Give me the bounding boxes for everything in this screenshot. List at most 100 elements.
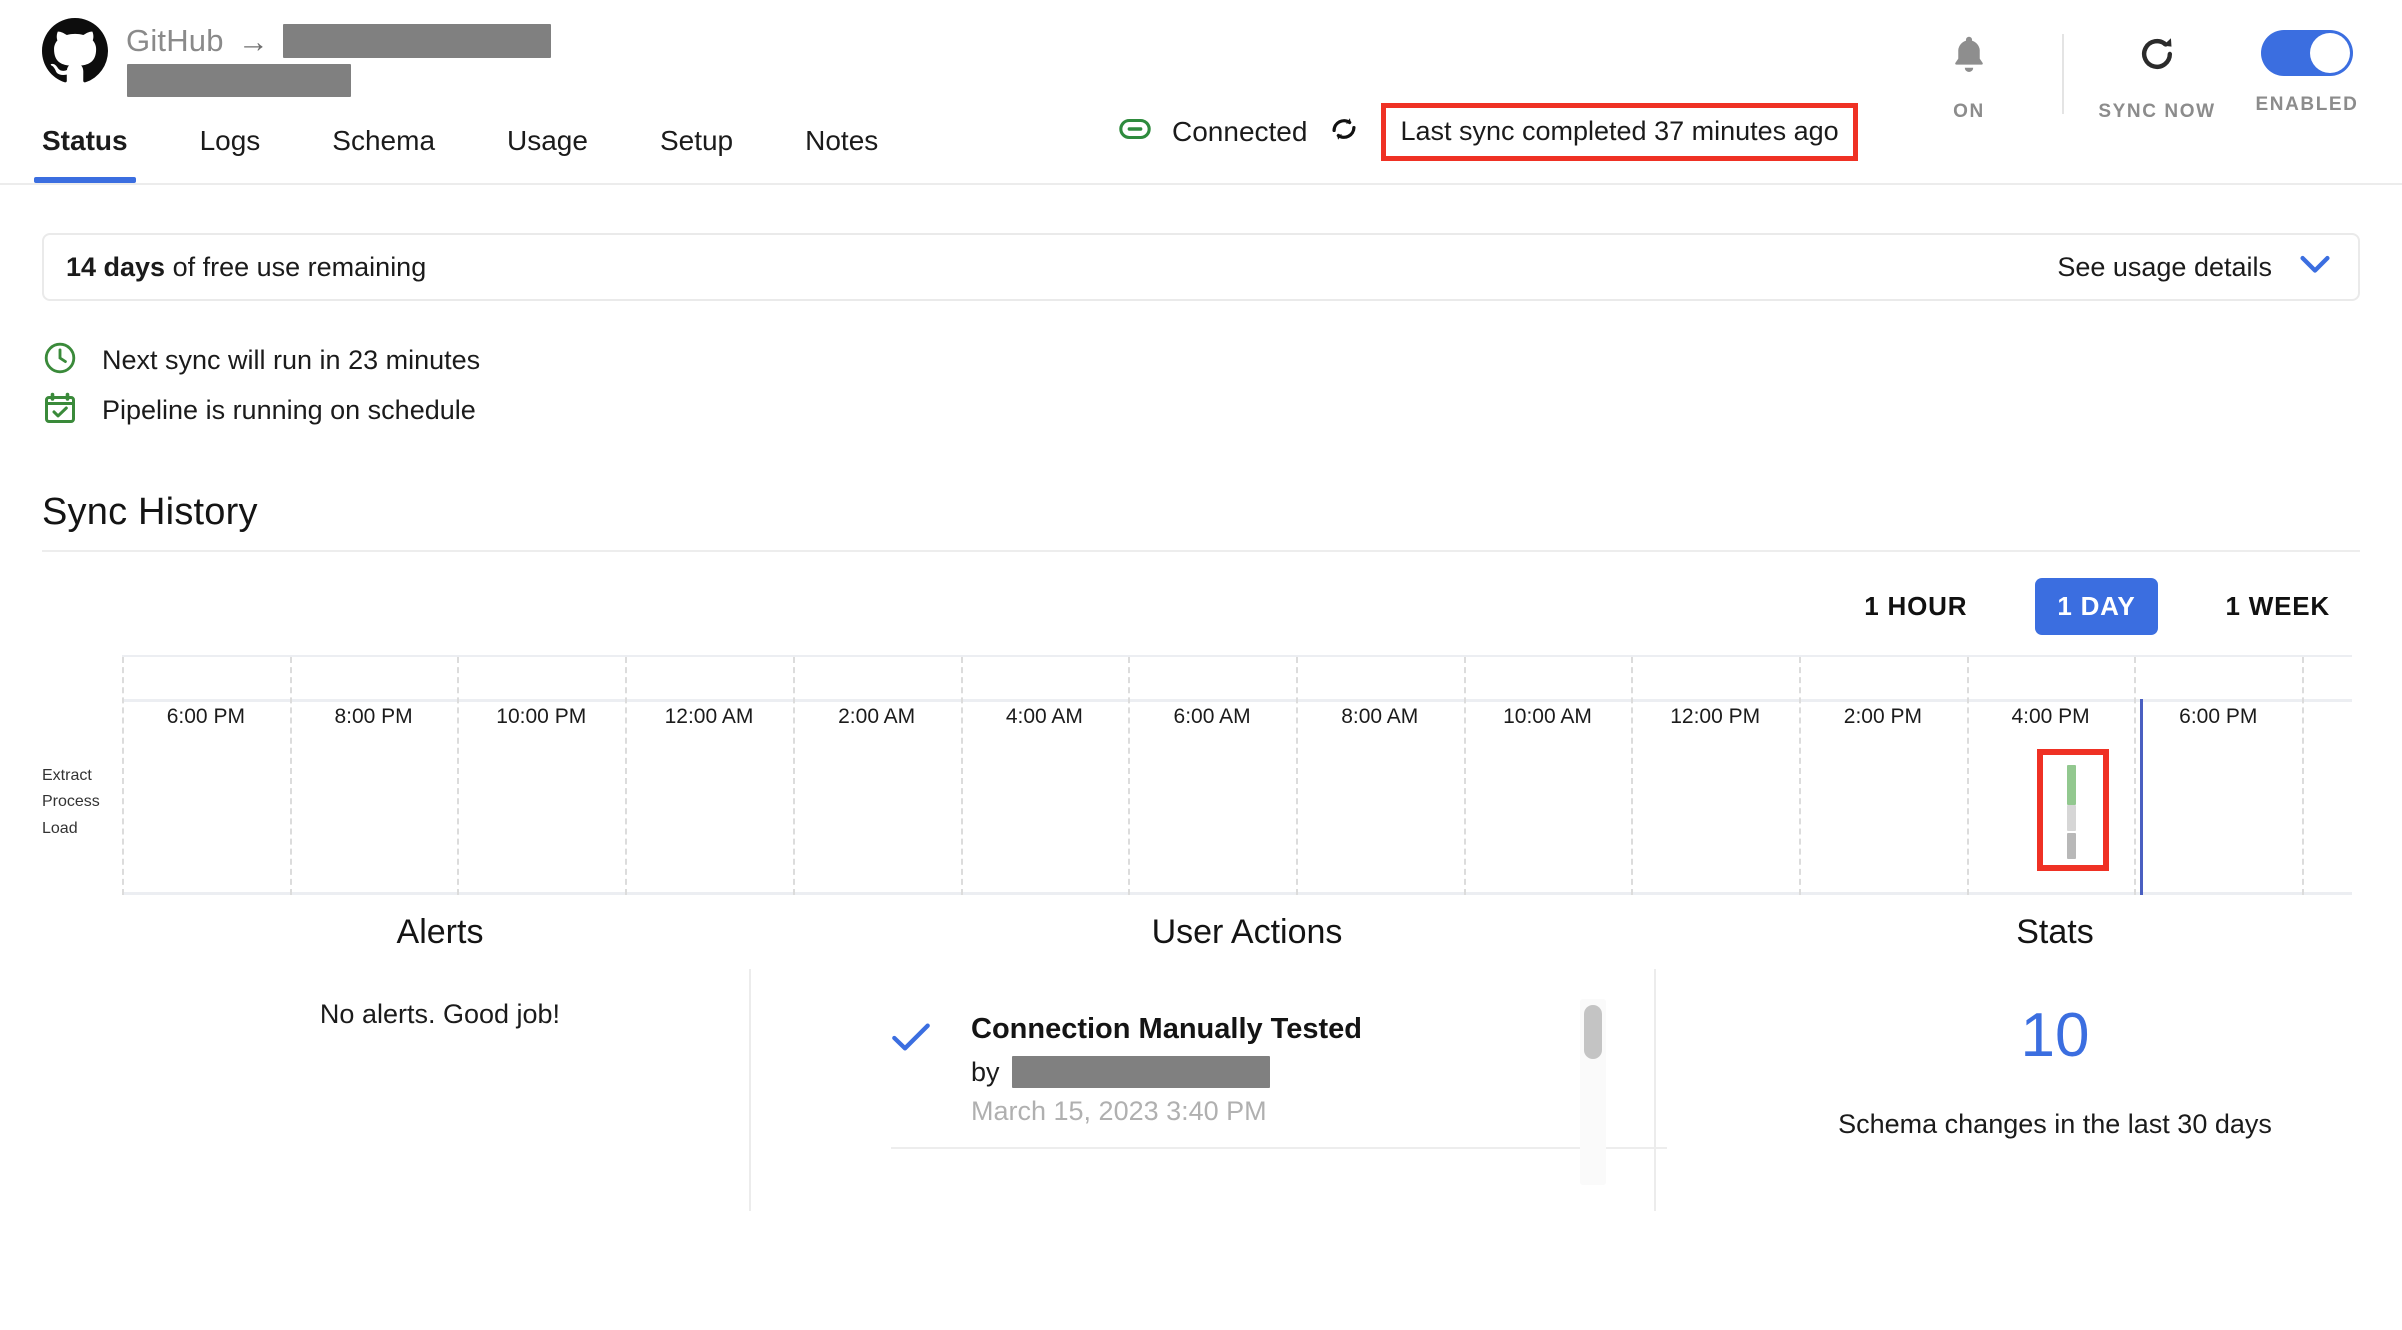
list-item-divider bbox=[891, 1147, 1667, 1149]
range-1-hour[interactable]: 1 HOUR bbox=[1842, 578, 1989, 635]
schema-changes-caption: Schema changes in the last 30 days bbox=[1838, 1109, 2272, 1139]
usage-text: 14 days of free use remaining bbox=[66, 252, 426, 283]
chart-gridline bbox=[625, 657, 628, 895]
chart-tick-label: 4:00 PM bbox=[2011, 705, 2090, 728]
chart-tick-label: 2:00 PM bbox=[1843, 705, 1922, 728]
tab-notes[interactable]: Notes bbox=[805, 125, 878, 183]
redacted-username bbox=[1011, 1056, 1270, 1088]
connection-status-group: Connected Last sync completed 37 minutes… bbox=[1118, 102, 1858, 161]
nav-tabs: Status Logs Schema Usage Setup Notes bbox=[34, 125, 950, 183]
main-content: 14 days of free use remaining See usage … bbox=[0, 233, 2402, 1211]
pipeline-status-list: Next sync will run in 23 minutes Pipelin… bbox=[42, 335, 2360, 435]
github-logo-icon bbox=[42, 18, 108, 84]
checkmark-icon bbox=[891, 1021, 931, 1127]
calendar-check-icon bbox=[42, 390, 78, 431]
bell-icon bbox=[1946, 30, 1992, 83]
bottom-panels: Alerts No alerts. Good job! User Actions… bbox=[42, 913, 2360, 1211]
toggle-knob bbox=[2310, 33, 2350, 73]
user-actions-panel-title: User Actions bbox=[1151, 913, 1343, 951]
notifications-label: ON bbox=[1953, 101, 1985, 122]
tab-logs[interactable]: Logs bbox=[200, 125, 261, 183]
redacted-schema bbox=[127, 64, 351, 97]
sync-now-button[interactable]: SYNC NOW bbox=[2082, 30, 2232, 123]
see-usage-details-label: See usage details bbox=[2057, 251, 2272, 282]
tab-schema[interactable]: Schema bbox=[332, 125, 435, 183]
chart-row-labels: Extract Process Load bbox=[42, 763, 100, 842]
connector-name: GitHub bbox=[126, 23, 224, 58]
next-sync-text: Next sync will run in 23 minutes bbox=[102, 344, 481, 375]
action-author: by bbox=[971, 1056, 1362, 1088]
tab-usage[interactable]: Usage bbox=[507, 125, 588, 183]
chart-tick-label: 6:00 PM bbox=[2179, 705, 2258, 728]
free-usage-banner: 14 days of free use remaining See usage … bbox=[42, 233, 2360, 301]
chart-tick-label: 6:00 AM bbox=[1173, 705, 1251, 728]
action-details: Connection Manually Tested by March 15, … bbox=[971, 1013, 1362, 1127]
chart-gridline bbox=[960, 657, 963, 895]
chart-gridline bbox=[122, 657, 124, 895]
chart-tick-label: 8:00 AM bbox=[1341, 705, 1419, 728]
header-controls: ON SYNC NOW ENABLED bbox=[1894, 30, 2382, 123]
alerts-empty-message: No alerts. Good job! bbox=[319, 999, 561, 1029]
chart-tick-label: 10:00 AM bbox=[1503, 705, 1592, 728]
action-timestamp: March 15, 2023 3:40 PM bbox=[971, 1096, 1267, 1126]
see-usage-details-button[interactable]: See usage details bbox=[2057, 252, 2332, 283]
chart-row-label-extract: Extract bbox=[42, 767, 92, 784]
list-item[interactable]: Connection Manually Tested by March 15, … bbox=[831, 999, 1667, 1127]
chart-gridline bbox=[457, 657, 460, 895]
scrollbar-thumb[interactable] bbox=[1584, 1005, 1602, 1059]
brand-line-1: GitHub → bbox=[126, 23, 551, 58]
header-divider bbox=[2062, 34, 2064, 114]
chart-plot-area[interactable]: 6:00 PM 8:00 PM 10:00 PM 12:00 AM 2:00 AM 4:0… bbox=[122, 655, 2352, 895]
sync-history-chart: Extract Process Load 6:00 PM 8:00 PM 10:00… bbox=[42, 655, 2360, 895]
stats-panel-title: Stats bbox=[2016, 913, 2094, 951]
tab-setup[interactable]: Setup bbox=[660, 125, 733, 183]
range-1-week[interactable]: 1 WEEK bbox=[2204, 578, 2352, 635]
enabled-label: ENABLED bbox=[2255, 94, 2359, 115]
status-next-sync: Next sync will run in 23 minutes bbox=[42, 335, 2360, 385]
chart-event-bar[interactable] bbox=[2066, 765, 2076, 805]
panel-divider-left bbox=[749, 969, 751, 1211]
chart-event-bar[interactable] bbox=[2066, 833, 2076, 859]
chart-tick-label: 4:00 AM bbox=[1005, 705, 1083, 728]
chart-event-bar[interactable] bbox=[2066, 805, 2076, 831]
refresh-icon bbox=[2135, 30, 2179, 83]
clock-icon bbox=[42, 340, 78, 381]
user-actions-list[interactable]: Connection Manually Tested by March 15, … bbox=[831, 999, 1667, 1185]
time-range-selector: 1 HOUR 1 DAY 1 WEEK bbox=[42, 578, 2360, 635]
usage-days-remaining: 14 days bbox=[66, 251, 166, 282]
chart-row-label-load: Load bbox=[42, 819, 78, 837]
chart-tick-label: 12:00 PM bbox=[1670, 705, 1761, 728]
app-header: GitHub → Status Logs Schema Usage Setup … bbox=[0, 0, 2402, 185]
action-title: Connection Manually Tested bbox=[971, 1013, 1363, 1045]
connector-enabled-toggle[interactable]: ENABLED bbox=[2232, 30, 2382, 116]
link-icon bbox=[1118, 112, 1152, 151]
chart-tick-label: 8:00 PM bbox=[334, 705, 413, 728]
sync-history-title: Sync History bbox=[42, 491, 258, 533]
chevron-down-icon bbox=[2298, 254, 2332, 281]
chart-gridline bbox=[2302, 657, 2305, 895]
chart-gridline bbox=[1295, 657, 1298, 895]
chart-gridline bbox=[2134, 657, 2137, 895]
redacted-destination bbox=[282, 24, 551, 58]
chart-tick-label: 10:00 PM bbox=[496, 705, 587, 728]
chart-gridline bbox=[289, 657, 292, 895]
chart-gridline bbox=[1966, 657, 1969, 895]
connector-brand: GitHub → bbox=[42, 18, 551, 102]
now-marker-line bbox=[2140, 699, 2144, 895]
chart-gridline bbox=[792, 657, 795, 895]
alerts-panel-title: Alerts bbox=[396, 913, 484, 951]
sync-arrows-icon bbox=[1327, 112, 1361, 151]
chart-row-label-process: Process bbox=[42, 793, 100, 811]
user-actions-scrollbar[interactable] bbox=[1580, 999, 1606, 1185]
chart-gridline bbox=[1128, 657, 1131, 895]
toggle-switch-on[interactable] bbox=[2261, 30, 2353, 76]
notifications-toggle[interactable]: ON bbox=[1894, 30, 2044, 123]
range-1-day[interactable]: 1 DAY bbox=[2035, 578, 2158, 635]
schema-changes-count: 10 bbox=[2020, 1001, 2090, 1070]
chart-tick-label: 6:00 PM bbox=[166, 705, 245, 728]
tab-status[interactable]: Status bbox=[34, 125, 136, 183]
chart-gridline bbox=[1631, 657, 1634, 895]
section-divider bbox=[42, 550, 2360, 552]
sync-now-label: SYNC NOW bbox=[2098, 101, 2216, 122]
usage-text-rest: of free use remaining bbox=[165, 251, 427, 282]
